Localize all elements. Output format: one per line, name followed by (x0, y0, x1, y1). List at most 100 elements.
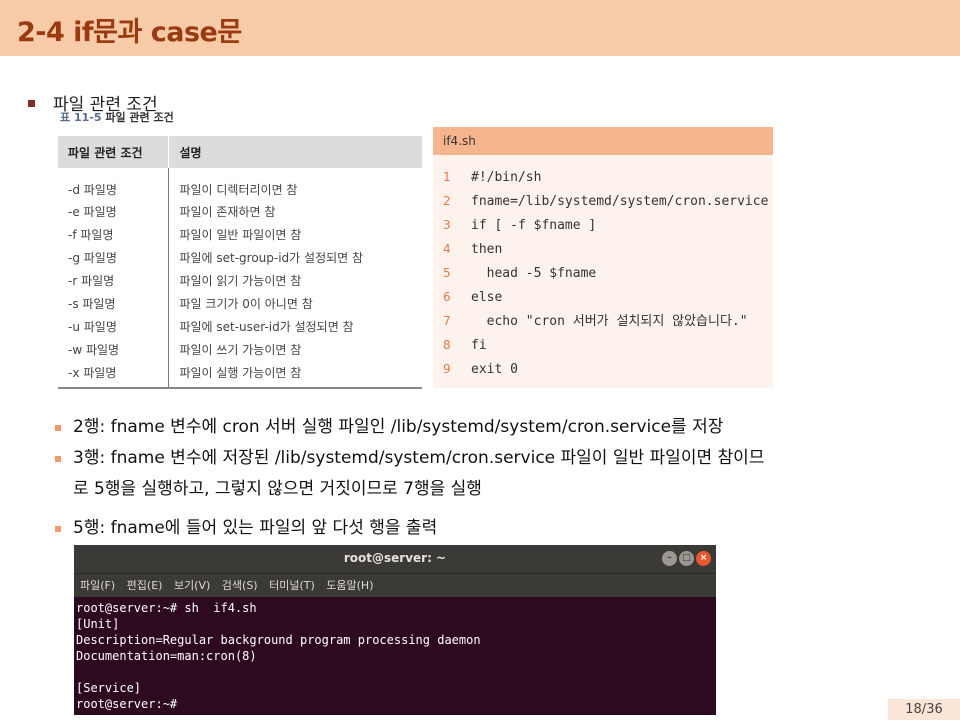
bullet-square-icon (55, 456, 61, 462)
list-item-text: 5행: fname에 들어 있는 파일의 앞 다섯 행을 출력 (73, 518, 438, 538)
table-header-description: 설명 (168, 136, 422, 168)
code-lines: 1 #!/bin/sh 2 fname=/lib/systemd/system/cr… (433, 155, 773, 381)
code-text: else (471, 290, 503, 305)
table-caption-text: 파일 관련 조건 (105, 111, 174, 124)
table-cell-condition: -g 파일명 (68, 251, 117, 265)
menu-search[interactable]: 검색(S) (222, 579, 258, 592)
table-row: -f 파일명 파일이 일반 파일이면 참 (58, 223, 422, 246)
table-cell-condition: -e 파일명 (68, 205, 117, 219)
terminal-window[interactable]: root@server: ~ – □ × 파일(F) 편집(E) 보기(V) 검… (74, 545, 716, 715)
table-row: -e 파일명 파일이 존재하면 참 (58, 200, 422, 223)
bullet-square-icon (55, 526, 61, 532)
code-line: 1 #!/bin/sh (433, 165, 773, 189)
table-row: -r 파일명 파일이 읽기 가능이면 참 (58, 269, 422, 292)
code-text: #!/bin/sh (471, 170, 542, 185)
code-text: if [ -f $fname ] (471, 218, 597, 233)
terminal-line: [Service] (76, 681, 142, 695)
code-line: 7 echo "cron 서버가 설치되지 않았습니다." (433, 309, 773, 333)
maximize-icon[interactable]: □ (679, 551, 694, 566)
code-line: 6 else (433, 285, 773, 309)
minimize-icon[interactable]: – (662, 551, 677, 566)
table-caption-number: 표 11-5 (60, 111, 102, 124)
line-number: 6 (443, 290, 451, 304)
line-number: 2 (443, 194, 451, 208)
table-row: -s 파일명 파일 크기가 0이 아니면 참 (58, 292, 422, 315)
terminal-line: root@server:~# sh if4.sh (76, 601, 257, 615)
code-filename: if4.sh (433, 127, 773, 155)
line-number: 3 (443, 218, 451, 232)
table-header-condition: 파일 관련 조건 (58, 136, 169, 168)
table-cell-condition: -d 파일명 (68, 182, 117, 197)
bullet-square-icon (28, 99, 35, 107)
table-row: -g 파일명 파일에 set-group-id가 설정되면 참 (58, 246, 422, 269)
table-cell-condition: -r 파일명 (68, 274, 115, 288)
table-cell-description: 파일이 디렉터리이면 참 (168, 168, 422, 200)
table-cell-description: 파일이 존재하면 참 (168, 200, 422, 223)
menu-help[interactable]: 도움말(H) (326, 579, 373, 592)
menu-view[interactable]: 보기(V) (174, 579, 210, 592)
code-text: head -5 $fname (471, 266, 597, 281)
terminal-titlebar[interactable]: root@server: ~ – □ × (74, 545, 716, 573)
table-cell-description: 파일이 일반 파일이면 참 (168, 223, 422, 246)
terminal-title: root@server: ~ (343, 551, 447, 565)
file-condition-table: 파일 관련 조건 설명 -d 파일명 파일이 디렉터리이면 참 -e 파일명 파… (58, 136, 422, 389)
list-item: 5행: fname에 들어 있는 파일의 앞 다섯 행을 출력 (55, 513, 945, 544)
line-number: 9 (443, 362, 451, 376)
page-number: 18/36 (888, 699, 960, 720)
terminal-line: [Unit] (76, 617, 120, 631)
code-text: fi (471, 338, 487, 353)
table-cell-condition: -f 파일명 (68, 228, 114, 242)
table-row: -x 파일명 파일이 실행 가능이면 참 (58, 361, 422, 389)
code-line: 8 fi (433, 333, 773, 357)
line-number: 1 (443, 170, 451, 184)
menu-edit[interactable]: 편집(E) (127, 579, 163, 592)
table-row: -u 파일명 파일에 set-user-id가 설정되면 참 (58, 315, 422, 338)
table-cell-condition: -w 파일명 (68, 343, 120, 357)
terminal-menubar: 파일(F) 편집(E) 보기(V) 검색(S) 터미널(T) 도움말(H) (74, 573, 716, 597)
menu-terminal[interactable]: 터미널(T) (269, 579, 315, 592)
explanation-list: 2행: fname 변수에 cron 서버 실행 파일인 /lib/system… (55, 412, 945, 544)
menu-file[interactable]: 파일(F) (80, 579, 115, 592)
close-icon[interactable]: × (696, 551, 711, 566)
code-listing: if4.sh 1 #!/bin/sh 2 fname=/lib/systemd/sy… (433, 127, 773, 388)
terminal-output[interactable]: root@server:~# sh if4.sh [Unit] Descript… (74, 597, 716, 712)
code-line: 4 then (433, 237, 773, 261)
table-cell-condition: -x 파일명 (58, 361, 169, 389)
list-item: 2행: fname 변수에 cron 서버 실행 파일인 /lib/system… (55, 412, 945, 443)
code-line: 3 if [ -f $fname ] (433, 213, 773, 237)
code-line: 5 head -5 $fname (433, 261, 773, 285)
list-item-text: 2행: fname 변수에 cron 서버 실행 파일인 /lib/system… (73, 417, 724, 437)
terminal-line: Documentation=man:cron(8) (76, 649, 257, 663)
table-cell-description: 파일이 읽기 가능이면 참 (168, 269, 422, 292)
code-text: exit 0 (471, 362, 518, 377)
line-number: 8 (443, 338, 451, 352)
title-bar: 2-4 if문과 case문 (0, 0, 960, 56)
terminal-line: Description=Regular background program p… (76, 633, 481, 647)
table-cell-condition: -u 파일명 (68, 320, 117, 334)
line-number: 5 (443, 266, 451, 280)
table-row: -w 파일명 파일이 쓰기 가능이면 참 (58, 338, 422, 361)
bullet-square-icon (55, 425, 61, 431)
list-item-text: 3행: fname 변수에 저장된 /lib/systemd/system/cr… (73, 448, 765, 468)
table-cell-description: 파일이 실행 가능이면 참 (168, 361, 422, 389)
table-cell-description: 파일에 set-user-id가 설정되면 참 (168, 315, 422, 338)
table-cell-description: 파일에 set-group-id가 설정되면 참 (168, 246, 422, 269)
table-caption: 표 11-5 파일 관련 조건 (60, 109, 174, 125)
code-text: fname=/lib/systemd/system/cron.service (471, 194, 769, 209)
table-header-row: 파일 관련 조건 설명 (58, 136, 422, 168)
table-cell-condition: -s 파일명 (68, 297, 116, 311)
code-line: 2 fname=/lib/systemd/system/cron.service (433, 189, 773, 213)
line-number: 7 (443, 314, 451, 328)
slide-title: 2-4 if문과 case문 (17, 17, 242, 48)
line-number: 4 (443, 242, 451, 256)
code-text: echo "cron 서버가 설치되지 않았습니다." (471, 314, 748, 329)
table-row: -d 파일명 파일이 디렉터리이면 참 (58, 168, 422, 200)
list-item-text-continued: 로 5행을 실행하고, 그렇지 않으면 거짓이므로 7행을 실행 (73, 479, 482, 499)
code-text: then (471, 242, 503, 257)
table-cell-description: 파일 크기가 0이 아니면 참 (168, 292, 422, 315)
code-line: 9 exit 0 (433, 357, 773, 381)
terminal-line: root@server:~# (76, 697, 178, 711)
table-cell-description: 파일이 쓰기 가능이면 참 (168, 338, 422, 361)
list-item: 3행: fname 변수에 저장된 /lib/systemd/system/cr… (55, 443, 945, 505)
